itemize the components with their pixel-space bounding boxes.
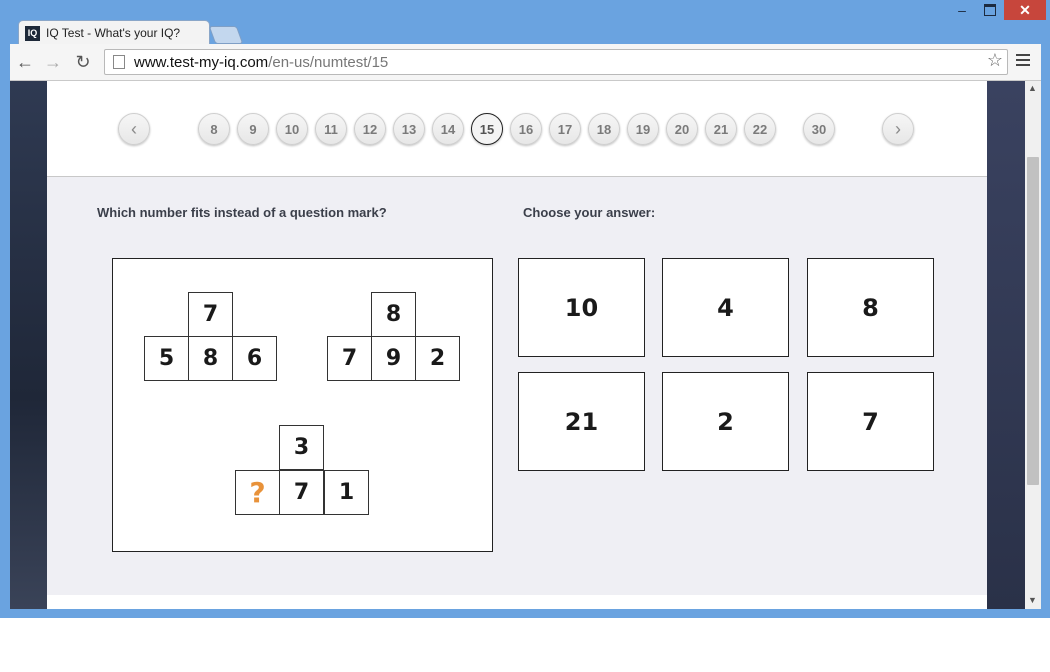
window-frame-bottom: [0, 609, 1050, 618]
page-button-30[interactable]: 30: [803, 113, 835, 145]
browser-tab[interactable]: IQ IQ Test - What's your IQ?: [18, 20, 210, 45]
page-button-8[interactable]: 8: [198, 113, 230, 145]
page-button-16[interactable]: 16: [510, 113, 542, 145]
iq-favicon-icon: IQ: [25, 25, 40, 41]
puzzle-cell: 8: [188, 336, 233, 381]
answer-option-21[interactable]: 21: [518, 372, 645, 471]
page-button-11[interactable]: 11: [315, 113, 347, 145]
scroll-down-icon[interactable]: ▼: [1028, 595, 1037, 605]
scroll-up-icon[interactable]: ▲: [1028, 83, 1037, 93]
minimize-icon[interactable]: –: [948, 0, 976, 20]
maximize-icon[interactable]: [978, 0, 1002, 20]
page-button-22[interactable]: 22: [744, 113, 776, 145]
puzzle-cell: 1: [324, 470, 369, 515]
page-viewport: ‹ 8 9 10 11 12 13 14 15 16 17 18 19 20 2…: [10, 81, 1041, 609]
url-path: /en-us/numtest/15: [268, 53, 389, 71]
browser-toolbar: ← → ↻ www.test-my-iq.com/en-us/numtest/1…: [10, 44, 1041, 81]
answer-option-10[interactable]: 10: [518, 258, 645, 357]
page-button-12[interactable]: 12: [354, 113, 386, 145]
next-page-button[interactable]: ›: [882, 113, 914, 145]
page-button-14[interactable]: 14: [432, 113, 464, 145]
answer-option-4[interactable]: 4: [662, 258, 789, 357]
tab-title: IQ Test - What's your IQ?: [46, 26, 181, 40]
prev-page-button[interactable]: ‹: [118, 113, 150, 145]
puzzle-figure: 7 5 8 6 8 7 9 2 3 ? 7 1: [112, 258, 493, 552]
answer-option-2[interactable]: 2: [662, 372, 789, 471]
page-footer: [47, 595, 987, 609]
page-button-9[interactable]: 9: [237, 113, 269, 145]
choose-answer-label: Choose your answer:: [523, 205, 656, 220]
test-page: ‹ 8 9 10 11 12 13 14 15 16 17 18 19 20 2…: [47, 81, 987, 609]
puzzle-cell: 7: [279, 470, 324, 515]
page-icon: [113, 55, 125, 69]
puzzle-cell: 5: [144, 336, 189, 381]
page-button-13[interactable]: 13: [393, 113, 425, 145]
url-text: www.test-my-iq.com/en-us/numtest/15: [134, 54, 388, 71]
page-button-18[interactable]: 18: [588, 113, 620, 145]
puzzle-cell: 8: [371, 292, 416, 337]
address-bar[interactable]: www.test-my-iq.com/en-us/numtest/15 ☆: [104, 49, 1008, 75]
question-prompt: Which number fits instead of a question …: [97, 205, 387, 220]
url-host: www.test-my-iq.com: [134, 53, 269, 71]
puzzle-cell: 9: [371, 336, 416, 381]
page-background-right: [987, 81, 1025, 609]
menu-icon[interactable]: [1016, 54, 1030, 68]
new-tab-button[interactable]: [208, 26, 244, 44]
back-arrow-icon[interactable]: ←: [14, 52, 36, 72]
puzzle-cell: 3: [279, 425, 324, 470]
reload-icon[interactable]: ↻: [72, 52, 94, 72]
page-background-left: [10, 81, 47, 609]
scroll-thumb[interactable]: [1027, 157, 1039, 485]
page-button-20[interactable]: 20: [666, 113, 698, 145]
question-mark-cell: ?: [235, 470, 280, 515]
puzzle-cell: 7: [188, 292, 233, 337]
answer-option-8[interactable]: 8: [807, 258, 934, 357]
question-pager: ‹ 8 9 10 11 12 13 14 15 16 17 18 19 20 2…: [47, 81, 987, 177]
forward-arrow-icon[interactable]: →: [42, 52, 64, 72]
answer-options: 10 4 8 21 2 7: [518, 258, 938, 474]
page-button-21[interactable]: 21: [705, 113, 737, 145]
puzzle-cell: 6: [232, 336, 277, 381]
page-button-15-current[interactable]: 15: [471, 113, 503, 145]
close-icon[interactable]: ✕: [1004, 0, 1046, 20]
puzzle-cell: 2: [415, 336, 460, 381]
page-button-19[interactable]: 19: [627, 113, 659, 145]
puzzle-cell: 7: [327, 336, 372, 381]
answer-option-7[interactable]: 7: [807, 372, 934, 471]
page-button-17[interactable]: 17: [549, 113, 581, 145]
page-button-10[interactable]: 10: [276, 113, 308, 145]
question-area: Which number fits instead of a question …: [47, 177, 987, 595]
star-icon[interactable]: ☆: [987, 50, 1003, 71]
page-scrollbar[interactable]: ▲ ▼: [1025, 81, 1041, 609]
